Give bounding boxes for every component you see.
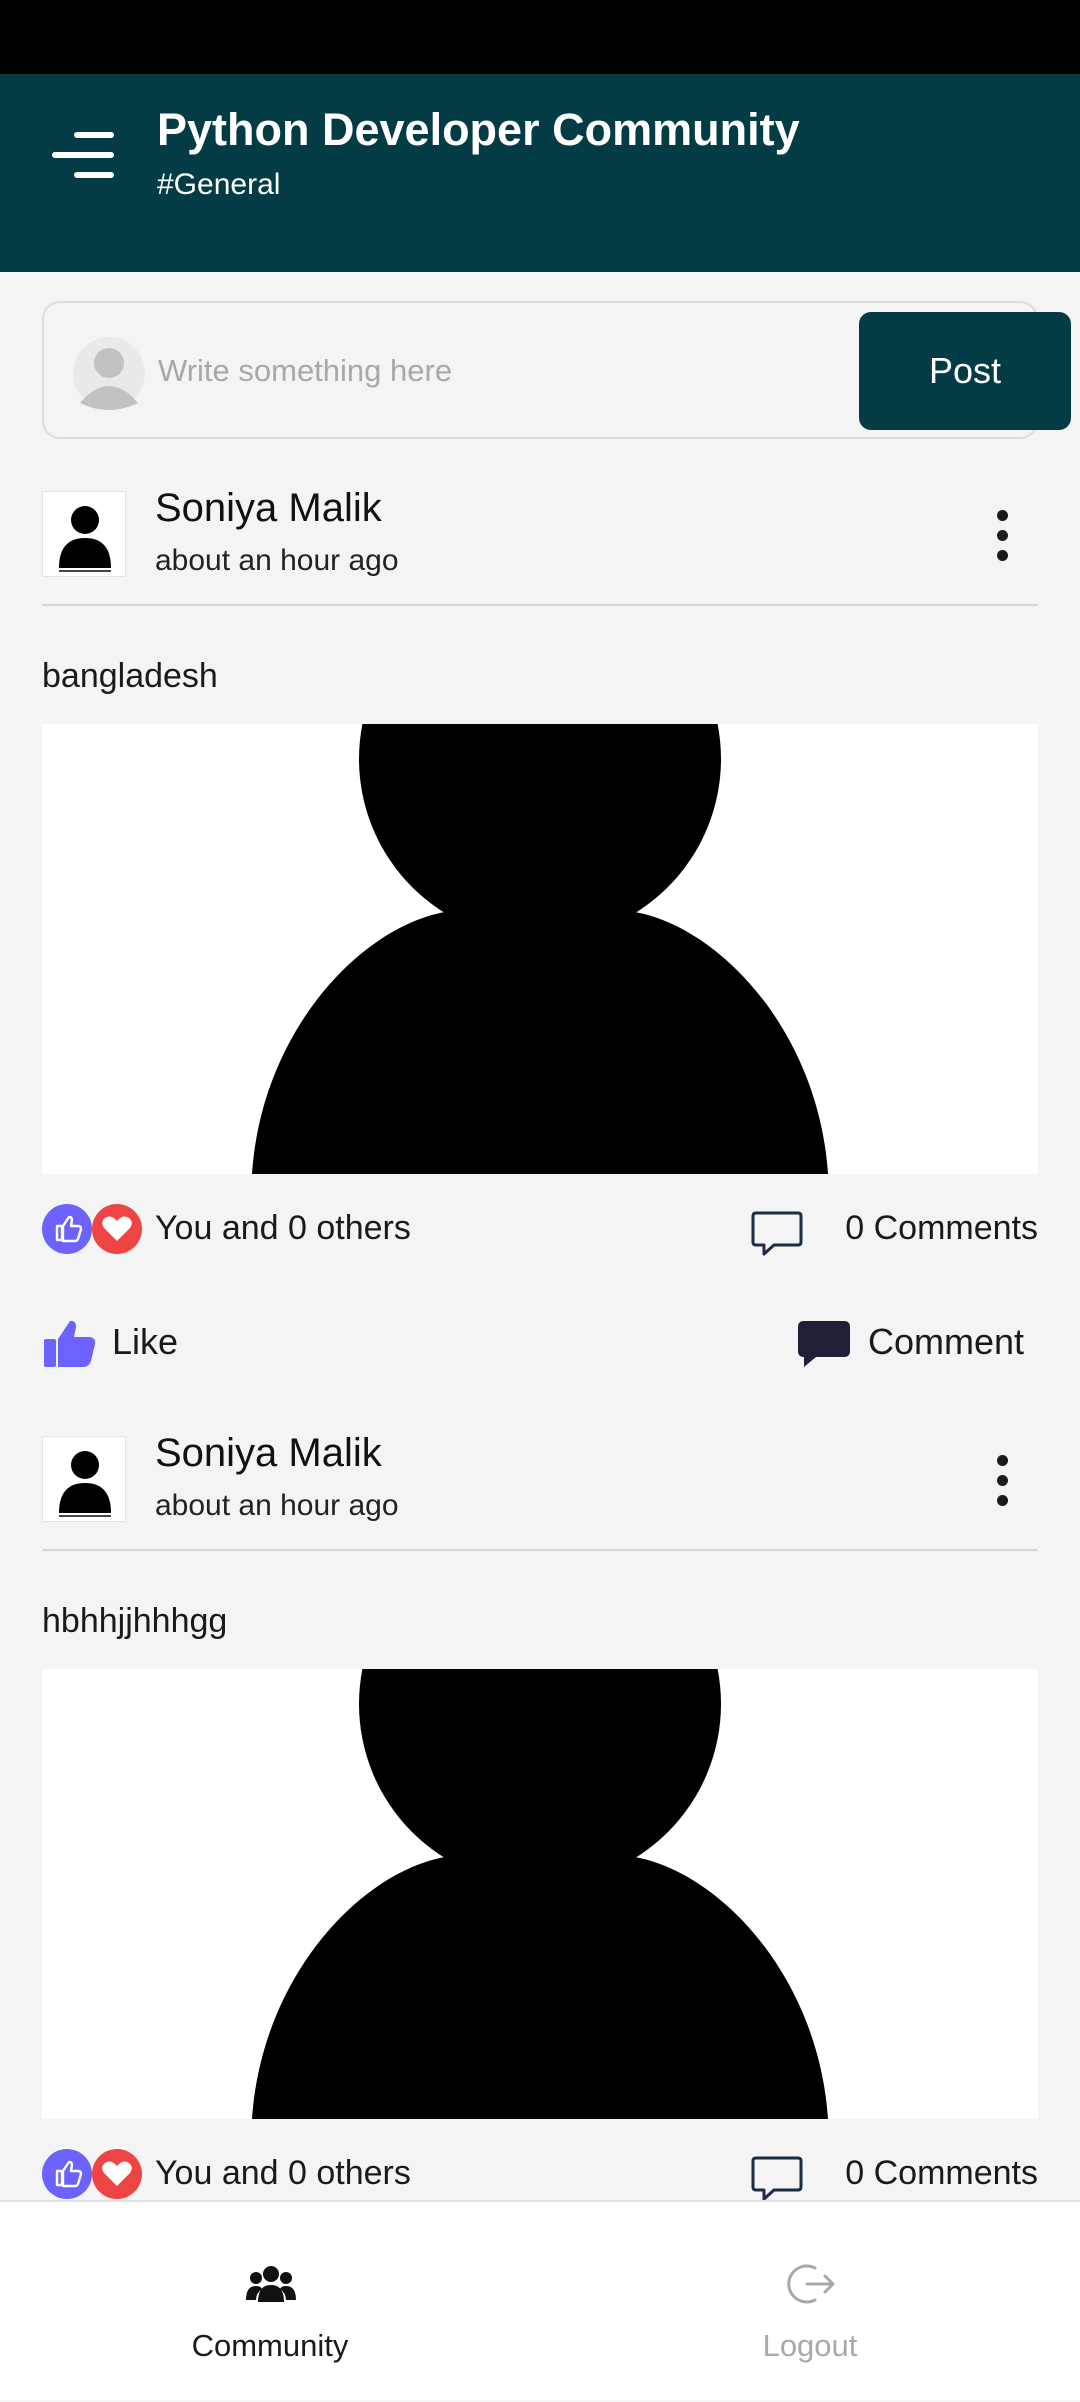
comment-label: Comment xyxy=(868,1321,1025,1362)
post-card: Soniya Malik about an hour ago banglades… xyxy=(0,472,1080,1392)
divider xyxy=(42,604,1038,606)
comments-count[interactable]: 0 Comments xyxy=(845,2154,1038,2193)
like-reaction-icon xyxy=(42,1204,92,1254)
status-bar xyxy=(0,0,1080,74)
logout-icon xyxy=(787,2264,835,2304)
more-options-icon[interactable] xyxy=(985,1455,1021,1515)
post-text: bangladesh xyxy=(42,657,218,695)
nav-community-label: Community xyxy=(191,2328,349,2363)
more-options-icon[interactable] xyxy=(985,510,1021,570)
reaction-icons xyxy=(42,1202,142,1256)
comment-outline-icon xyxy=(750,2152,804,2200)
app-header: Python Developer Community #General xyxy=(0,74,1080,272)
post-button[interactable]: Post xyxy=(859,312,1071,430)
menu-icon[interactable] xyxy=(50,120,120,190)
person-icon xyxy=(59,506,111,572)
likes-count[interactable]: You and 0 others xyxy=(155,1209,411,1248)
comment-icon xyxy=(798,1321,850,1367)
author-name[interactable]: Soniya Malik xyxy=(155,486,382,531)
author-avatar[interactable] xyxy=(42,1436,126,1522)
comments-count[interactable]: 0 Comments xyxy=(845,1209,1038,1248)
person-icon xyxy=(59,1451,111,1517)
like-reaction-icon xyxy=(42,2149,92,2199)
reaction-icons xyxy=(42,2147,142,2200)
bottom-navigation: Community Logout xyxy=(0,2200,1080,2400)
post-timestamp: about an hour ago xyxy=(155,1489,399,1522)
post-text: hbhhjjhhhgg xyxy=(42,1602,228,1640)
post-composer: Post xyxy=(42,301,1071,439)
comment-button[interactable]: Comment xyxy=(796,1315,1040,1375)
like-button[interactable]: Like xyxy=(42,1315,202,1375)
channel-name: #General xyxy=(157,168,281,201)
comment-outline-icon xyxy=(750,1207,804,1259)
post-input[interactable] xyxy=(158,343,838,399)
likes-count[interactable]: You and 0 others xyxy=(155,2154,411,2193)
like-label: Like xyxy=(112,1321,179,1362)
post-image[interactable] xyxy=(42,1669,1038,2119)
post-timestamp: about an hour ago xyxy=(155,544,399,577)
thumbs-up-icon xyxy=(44,1320,96,1367)
user-avatar-icon xyxy=(72,333,146,413)
nav-logout-label: Logout xyxy=(762,2328,858,2363)
divider xyxy=(42,1549,1038,1551)
page-title: Python Developer Community xyxy=(157,104,800,155)
nav-community[interactable]: Community xyxy=(0,2202,540,2402)
author-avatar[interactable] xyxy=(42,491,126,577)
community-icon xyxy=(246,2266,296,2302)
post-image[interactable] xyxy=(42,724,1038,1174)
nav-logout[interactable]: Logout xyxy=(540,2202,1080,2402)
heart-reaction-icon xyxy=(92,2149,142,2199)
heart-reaction-icon xyxy=(92,1204,142,1254)
post-card: Soniya Malik about an hour ago hbhhjjhhh… xyxy=(0,1417,1080,2200)
author-name[interactable]: Soniya Malik xyxy=(155,1431,382,1476)
